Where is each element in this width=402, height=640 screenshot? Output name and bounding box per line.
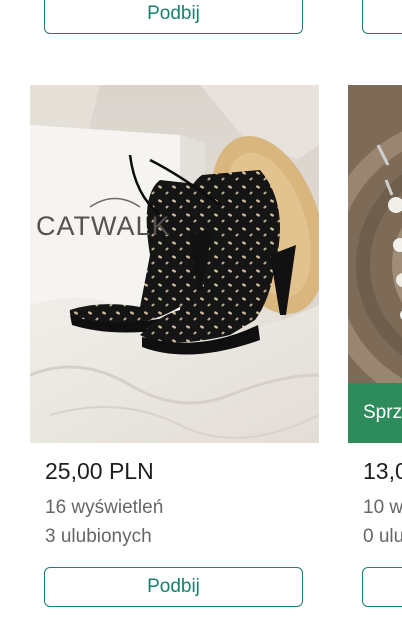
boost-button[interactable] bbox=[362, 0, 402, 34]
listing-views: 16 wyświetleń bbox=[45, 497, 164, 518]
boost-button[interactable]: Podbij bbox=[44, 0, 303, 34]
listing-photo[interactable]: CATWALK bbox=[30, 85, 319, 443]
shoe-photo-image: CATWALK bbox=[30, 85, 319, 443]
boost-button[interactable]: Podbij bbox=[44, 567, 303, 607]
listing-favorites: 3 ulubionych bbox=[45, 526, 152, 547]
listing-favorites: 0 ulubionych bbox=[363, 526, 402, 547]
listing-price: 13,00 PLN bbox=[363, 458, 402, 484]
sold-status-banner: Sprzedane bbox=[348, 383, 402, 443]
listing-price: 25,00 PLN bbox=[45, 458, 154, 484]
box-brand-text: CATWALK bbox=[36, 211, 171, 241]
listing-photo[interactable]: Sprzedane bbox=[348, 85, 402, 443]
listing-views: 10 wyświetleń bbox=[363, 497, 402, 518]
boost-button[interactable] bbox=[362, 567, 402, 607]
listings-grid: Podbij CATWALK 25,00 PLN 16 wyświetleń 3… bbox=[0, 0, 402, 640]
